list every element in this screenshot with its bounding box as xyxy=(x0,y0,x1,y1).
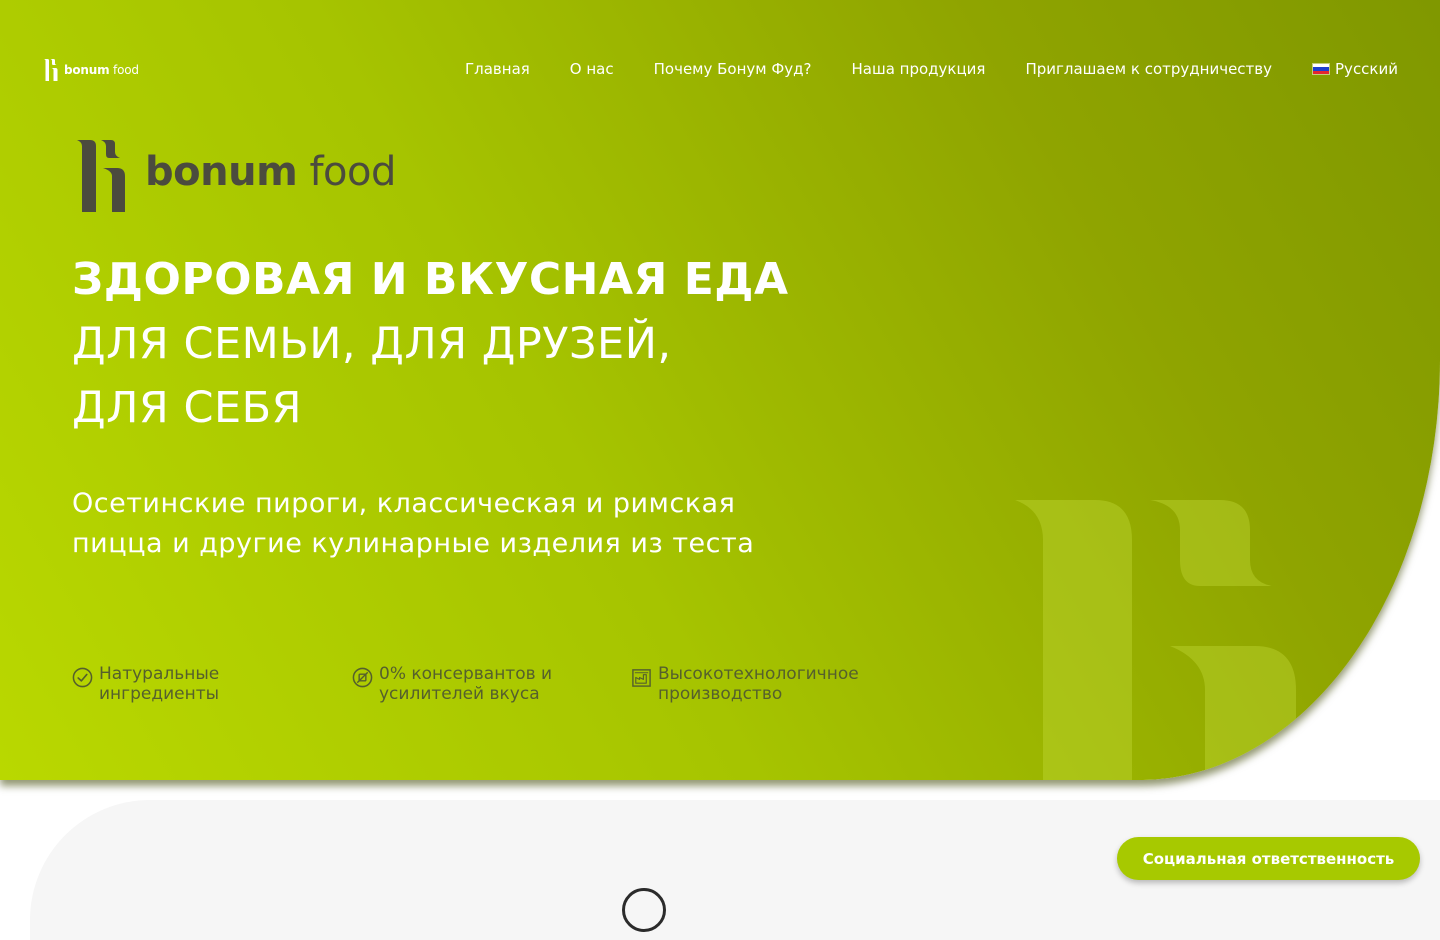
nav-item-products[interactable]: Наша продукция xyxy=(852,58,986,80)
feature-label: 0% консервантов и усилителей вкуса xyxy=(379,664,553,704)
headline-line-3: ДЛЯ СЕБЯ xyxy=(72,383,303,433)
headline-line-2: ДЛЯ СЕМЬИ, ДЛЯ ДРУЗЕЙ, xyxy=(72,319,672,369)
check-circle-icon xyxy=(72,667,93,688)
hero-headline: ЗДОРОВАЯ И ВКУСНАЯ ЕДА ДЛЯ СЕМЬИ, ДЛЯ ДР… xyxy=(72,248,789,440)
feature-label: Натуральные ингредиенты xyxy=(99,664,220,704)
feature-label: Высокотехнологичное производство xyxy=(658,664,859,704)
header-logo-text: bonum food xyxy=(64,63,139,77)
hero-logo: bonum food xyxy=(77,140,396,212)
feature-natural: Натуральные ингредиенты xyxy=(72,664,302,704)
nav-item-cooperation[interactable]: Приглашаем к сотрудничеству xyxy=(1025,58,1272,80)
nav-item-about[interactable]: О нас xyxy=(570,58,614,80)
hero-lead: Осетинские пироги, классическая и римска… xyxy=(72,488,755,559)
headline-line-1: ЗДОРОВАЯ И ВКУСНАЯ ЕДА xyxy=(72,254,789,305)
no-additives-icon xyxy=(352,667,373,688)
nav-item-why[interactable]: Почему Бонум Фуд? xyxy=(654,58,812,80)
hero-logo-text: bonum food xyxy=(145,149,396,195)
feature-no-additives: 0% консервантов и усилителей вкуса xyxy=(352,664,592,704)
social-responsibility-button[interactable]: Социальная ответственность xyxy=(1117,837,1420,880)
language-label: Русский xyxy=(1335,60,1398,78)
russia-flag-icon xyxy=(1312,63,1331,75)
nav-item-home[interactable]: Главная xyxy=(465,58,530,80)
main-nav: Главная О нас Почему Бонум Фуд? Наша про… xyxy=(425,58,1398,80)
section-icon xyxy=(622,888,666,932)
header: bonum food Главная О нас Почему Бонум Фу… xyxy=(0,0,1440,140)
feature-production: Высокотехнологичное производство xyxy=(631,664,891,704)
language-selector[interactable]: Русский xyxy=(1312,60,1398,78)
factory-icon xyxy=(632,669,651,687)
bonum-logo-mark-icon xyxy=(77,140,125,212)
header-logo[interactable]: bonum food xyxy=(44,59,139,81)
hero-section: bonum food Главная О нас Почему Бонум Фу… xyxy=(0,0,1440,780)
bonum-logo-mark-icon xyxy=(44,59,58,81)
